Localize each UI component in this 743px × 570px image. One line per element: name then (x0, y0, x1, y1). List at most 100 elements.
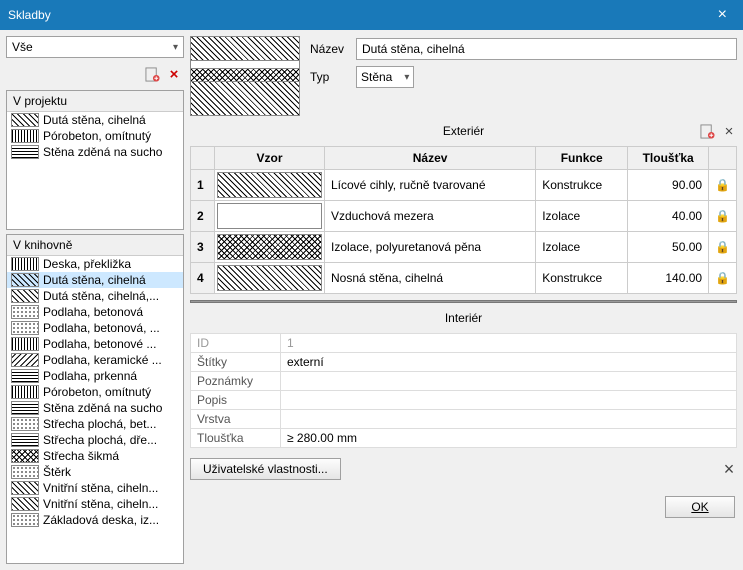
list-item-label: Podlaha, betonová (43, 305, 143, 319)
lock-toggle[interactable]: 🔒 (709, 201, 737, 232)
layer-function[interactable]: Izolace (536, 201, 628, 232)
hatch-icon (11, 321, 39, 335)
filter-value: Vše (12, 40, 33, 54)
list-item-label: Střecha šikmá (43, 449, 119, 463)
ok-button[interactable]: OK (665, 496, 735, 518)
add-item-button[interactable] (144, 66, 160, 82)
layer-function[interactable]: Konstrukce (536, 170, 628, 201)
layer-name[interactable]: Vzduchová mezera (325, 201, 536, 232)
list-item[interactable]: Vnitřní stěna, ciheln... (7, 496, 183, 512)
list-item-label: Deska, překližka (43, 257, 131, 271)
table-row: Popis (191, 391, 737, 410)
layer-function[interactable]: Konstrukce (536, 263, 628, 294)
right-column: Název Typ Stěna ▾ Exteriér × (190, 36, 737, 564)
hatch-icon (11, 273, 39, 287)
name-header: Název (325, 147, 536, 170)
prop-key: Vrstva (191, 410, 281, 429)
lock-header (709, 147, 737, 170)
list-item[interactable]: Pórobeton, omítnutý (7, 128, 183, 144)
prop-value[interactable] (281, 410, 737, 429)
list-item[interactable]: Střecha šikmá (7, 448, 183, 464)
prop-key: Popis (191, 391, 281, 410)
prop-value[interactable]: ≥ 280.00 mm (281, 429, 737, 448)
list-item-label: Dutá stěna, cihelná (43, 113, 146, 127)
library-panel: V knihovně Deska, překližkaDutá stěna, c… (6, 234, 184, 564)
list-item[interactable]: Dutá stěna, cihelná,... (7, 288, 183, 304)
close-properties-button[interactable]: × (721, 461, 737, 477)
pattern-cell[interactable] (215, 263, 325, 294)
list-item[interactable]: Vnitřní stěna, ciheln... (7, 480, 183, 496)
list-item[interactable]: Dutá stěna, cihelná (7, 112, 183, 128)
list-item[interactable]: Deska, překližka (7, 256, 183, 272)
filter-dropdown[interactable]: Vše ▾ (6, 36, 184, 58)
table-row: Vrstva (191, 410, 737, 429)
list-item[interactable]: Stěna zděná na sucho (7, 144, 183, 160)
type-value: Stěna (361, 70, 392, 84)
delete-item-button[interactable]: × (166, 66, 182, 82)
table-row[interactable]: 4Nosná stěna, cihelnáKonstrukce140.00🔒 (191, 263, 737, 294)
hatch-icon (11, 257, 39, 271)
hatch-icon (11, 465, 39, 479)
list-item[interactable]: Střecha plochá, bet... (7, 416, 183, 432)
list-item-label: Podlaha, betonová, ... (43, 321, 160, 335)
list-item-label: Podlaha, prkenná (43, 369, 137, 383)
layer-thickness[interactable]: 90.00 (628, 170, 709, 201)
table-row[interactable]: 3 Izolace, polyuretanová pěnaIzolace50.00… (191, 232, 737, 263)
list-item[interactable]: Podlaha, prkenná (7, 368, 183, 384)
hatch-icon (11, 417, 39, 431)
list-item-label: Podlaha, keramické ... (43, 353, 162, 367)
pattern-cell[interactable] (215, 170, 325, 201)
name-input[interactable] (356, 38, 737, 60)
lock-toggle[interactable]: 🔒 (709, 263, 737, 294)
list-item-label: Vnitřní stěna, ciheln... (43, 497, 158, 511)
list-item-label: Vnitřní stěna, ciheln... (43, 481, 158, 495)
add-layer-button[interactable] (699, 123, 715, 139)
layer-name[interactable]: Lícové cihly, ručně tvarované (325, 170, 536, 201)
layer-thickness[interactable]: 40.00 (628, 201, 709, 232)
layer-name[interactable]: Izolace, polyuretanová pěna (325, 232, 536, 263)
list-item-label: Střecha plochá, bet... (43, 417, 156, 431)
list-item[interactable]: Podlaha, betonová (7, 304, 183, 320)
list-item[interactable]: Štěrk (7, 464, 183, 480)
list-item[interactable]: Podlaha, keramické ... (7, 352, 183, 368)
close-icon[interactable]: × (710, 6, 735, 24)
layer-name[interactable]: Nosná stěna, cihelná (325, 263, 536, 294)
lock-icon: 🔒 (715, 209, 730, 223)
row-number: 3 (191, 232, 215, 263)
list-item[interactable]: Pórobeton, omítnutý (7, 384, 183, 400)
prop-value[interactable] (281, 391, 737, 410)
table-row[interactable]: 1Lícové cihly, ručně tvarovanéKonstrukce… (191, 170, 737, 201)
hatch-icon (11, 113, 39, 127)
separator-bar[interactable] (190, 300, 737, 303)
layer-thickness[interactable]: 140.00 (628, 263, 709, 294)
list-item-label: Dutá stěna, cihelná,... (43, 289, 159, 303)
library-panel-title: V knihovně (7, 235, 183, 256)
list-item[interactable]: Střecha plochá, dře... (7, 432, 183, 448)
project-panel-title: V projektu (7, 91, 183, 112)
composition-preview (190, 36, 300, 116)
list-item[interactable]: Základová deska, iz... (7, 512, 183, 528)
pattern-cell[interactable] (215, 232, 325, 263)
interior-header: Interiér (190, 309, 737, 327)
hatch-icon (11, 401, 39, 415)
lock-toggle[interactable]: 🔒 (709, 232, 737, 263)
list-item[interactable]: Dutá stěna, cihelná (7, 272, 183, 288)
prop-value[interactable]: externí (281, 353, 737, 372)
pattern-cell[interactable] (215, 201, 325, 232)
layer-function[interactable]: Izolace (536, 232, 628, 263)
prop-value[interactable]: 1 (281, 334, 737, 353)
list-item[interactable]: Stěna zděná na sucho (7, 400, 183, 416)
exterior-label: Exteriér (443, 124, 484, 138)
layer-thickness[interactable]: 50.00 (628, 232, 709, 263)
remove-layer-button[interactable]: × (721, 123, 737, 139)
table-row[interactable]: 2Vzduchová mezeraIzolace40.00🔒 (191, 201, 737, 232)
list-item[interactable]: Podlaha, betonová, ... (7, 320, 183, 336)
type-select[interactable]: Stěna ▾ (356, 66, 414, 88)
lock-toggle[interactable]: 🔒 (709, 170, 737, 201)
prop-value[interactable] (281, 372, 737, 391)
list-item[interactable]: Podlaha, betonové ... (7, 336, 183, 352)
user-properties-button[interactable]: Uživatelské vlastnosti... (190, 458, 341, 480)
hatch-icon (11, 369, 39, 383)
lock-icon: 🔒 (715, 178, 730, 192)
list-item-label: Stěna zděná na sucho (43, 145, 162, 159)
